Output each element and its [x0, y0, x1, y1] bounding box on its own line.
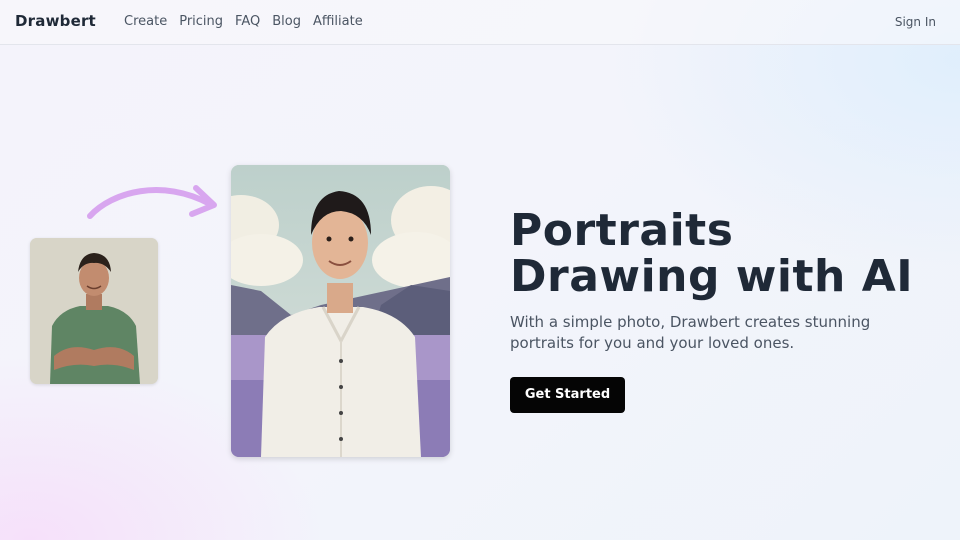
nav-link-affiliate[interactable]: Affiliate [313, 14, 363, 29]
nav-links: Create Pricing FAQ Blog Affiliate [124, 14, 375, 29]
nav-link-blog[interactable]: Blog [272, 14, 301, 29]
hero-headline-line1: Portraits [510, 205, 734, 256]
nav-link-create[interactable]: Create [124, 14, 167, 29]
source-photo [30, 238, 158, 384]
nav-link-faq[interactable]: FAQ [235, 14, 260, 29]
sign-in-link[interactable]: Sign In [895, 15, 936, 29]
top-nav: Drawbert Create Pricing FAQ Blog Affilia… [0, 0, 960, 45]
hero-subtitle: With a simple photo, Drawbert creates st… [510, 313, 871, 352]
hero-headline-line2: Drawing with AI [510, 251, 914, 302]
nav-link-pricing[interactable]: Pricing [179, 14, 223, 29]
get-started-button[interactable]: Get Started [510, 377, 625, 413]
curved-arrow-icon [87, 185, 217, 219]
hero-headline: Portraits Drawing with AI [510, 208, 940, 300]
ai-portrait-image [231, 165, 450, 457]
logo[interactable]: Drawbert [15, 12, 96, 30]
